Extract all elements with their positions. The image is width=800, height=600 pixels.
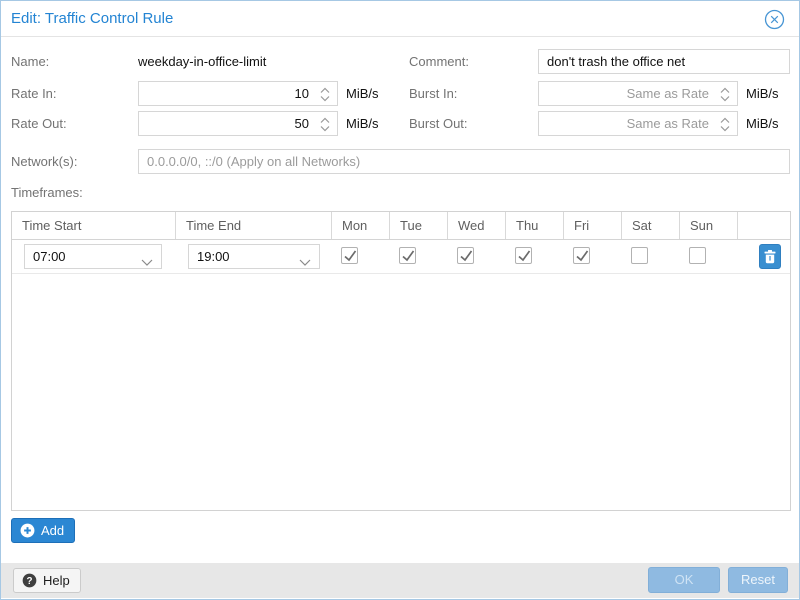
comment-input[interactable] <box>539 50 789 73</box>
column-header-thu: Thu <box>506 212 564 239</box>
question-circle-icon: ? <box>22 573 37 588</box>
networks-label: Network(s): <box>11 154 77 170</box>
time-end-combo <box>188 244 320 269</box>
trash-icon <box>764 250 776 264</box>
column-header-tue: Tue <box>390 212 448 239</box>
ok-button[interactable]: OK <box>648 567 720 593</box>
tue-checkbox[interactable] <box>399 247 416 264</box>
column-header-sat: Sat <box>622 212 680 239</box>
timeframes-table: Time Start Time End Mon Tue Wed Thu Fri … <box>11 211 791 511</box>
burst-out-input[interactable] <box>539 112 737 135</box>
help-button-label: Help <box>43 573 70 588</box>
chevron-down-icon[interactable] <box>299 254 311 269</box>
burst-in-label: Burst In: <box>409 86 457 102</box>
burst-in-field <box>538 81 738 106</box>
networks-input[interactable] <box>139 150 789 173</box>
add-button-label: Add <box>41 523 64 538</box>
delete-row-button[interactable] <box>759 244 781 269</box>
burst-out-spinner-icon[interactable] <box>720 117 730 132</box>
rate-out-input[interactable] <box>139 112 337 135</box>
edit-traffic-control-rule-dialog: Edit: Traffic Control Rule Name: weekday… <box>0 0 800 600</box>
rate-in-field <box>138 81 338 106</box>
rate-out-unit: MiB/s <box>346 116 379 132</box>
rate-out-field <box>138 111 338 136</box>
timeframe-row <box>12 240 790 274</box>
wed-checkbox[interactable] <box>457 247 474 264</box>
burst-in-input[interactable] <box>539 82 737 105</box>
close-icon[interactable] <box>764 9 785 30</box>
column-header-fri: Fri <box>564 212 622 239</box>
dialog-title: Edit: Traffic Control Rule <box>11 1 173 36</box>
column-header-wed: Wed <box>448 212 506 239</box>
svg-text:?: ? <box>26 576 32 587</box>
column-header-mon: Mon <box>332 212 390 239</box>
burst-out-label: Burst Out: <box>409 116 468 132</box>
burst-in-unit: MiB/s <box>746 86 779 102</box>
timeframes-table-header: Time Start Time End Mon Tue Wed Thu Fri … <box>12 212 790 240</box>
footer-toolbar: ? Help OK Reset <box>1 563 799 598</box>
reset-button[interactable]: Reset <box>728 567 788 593</box>
name-label: Name: <box>11 54 49 70</box>
add-button[interactable]: Add <box>11 518 75 543</box>
column-header-time-end: Time End <box>176 212 332 239</box>
comment-label: Comment: <box>409 54 469 70</box>
rate-in-unit: MiB/s <box>346 86 379 102</box>
rate-out-label: Rate Out: <box>11 116 67 132</box>
column-header-time-start: Time Start <box>12 212 176 239</box>
column-header-actions <box>738 212 790 239</box>
chevron-down-icon[interactable] <box>141 254 153 269</box>
burst-out-field <box>538 111 738 136</box>
thu-checkbox[interactable] <box>515 247 532 264</box>
burst-out-unit: MiB/s <box>746 116 779 132</box>
timeframes-label: Timeframes: <box>11 185 83 201</box>
column-header-sun: Sun <box>680 212 738 239</box>
sat-checkbox[interactable] <box>631 247 648 264</box>
plus-circle-icon <box>20 523 35 538</box>
rate-out-spinner-icon[interactable] <box>320 117 330 132</box>
rate-in-spinner-icon[interactable] <box>320 87 330 102</box>
comment-field <box>538 49 790 74</box>
help-button[interactable]: ? Help <box>13 568 81 593</box>
dialog-titlebar: Edit: Traffic Control Rule <box>1 1 799 37</box>
time-start-combo <box>24 244 162 269</box>
sun-checkbox[interactable] <box>689 247 706 264</box>
fri-checkbox[interactable] <box>573 247 590 264</box>
name-value: weekday-in-office-limit <box>138 54 266 70</box>
networks-field <box>138 149 790 174</box>
mon-checkbox[interactable] <box>341 247 358 264</box>
burst-in-spinner-icon[interactable] <box>720 87 730 102</box>
rate-in-label: Rate In: <box>11 86 57 102</box>
rate-in-input[interactable] <box>139 82 337 105</box>
